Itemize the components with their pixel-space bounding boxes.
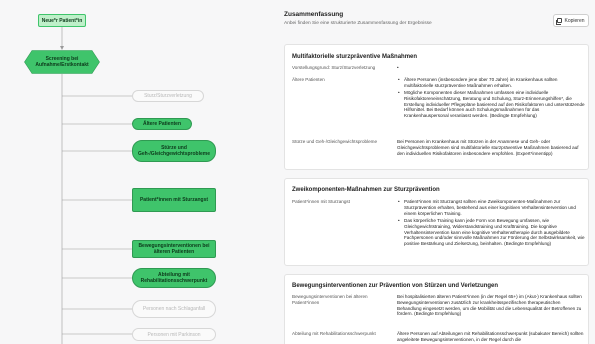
- copy-button[interactable]: Kopieren: [553, 14, 589, 27]
- node-sturzangst-label: Patient*innen mit Sturzangst: [139, 197, 209, 203]
- row-label-sturzangst: Patient*innen mit Sturzangst: [292, 199, 350, 204]
- bullet-aeltere-1: Ältere Personen (insbesondere jene über …: [397, 77, 585, 89]
- node-abteilung[interactable]: Abteilung mit Rehabilitationsschwerpunkt: [132, 268, 216, 288]
- row-value-abteilung: Ältere Personen auf Abteilungen mit Reha…: [397, 331, 584, 342]
- node-abteilung-label: Abteilung mit Rehabilitationsschwerpunkt: [140, 272, 208, 284]
- screening-node[interactable]: Screening bei Aufnahme/Erstkontakt: [24, 50, 100, 74]
- card-zweikomponenten-title: Zweikomponenten-Maßnahmen zur Sturzpräve…: [292, 187, 440, 193]
- bullet-sturzangst-2: Das körperliche Training kann jede Form …: [397, 218, 585, 247]
- node-parkinson-label: Personen mit Parkinson: [147, 331, 201, 338]
- summary-panel: Zusammenfassung Anbei finden Sie eine st…: [280, 0, 595, 344]
- copy-icon: [556, 17, 563, 25]
- summary-header: Zusammenfassung Anbei finden Sie eine st…: [280, 0, 595, 40]
- row-label-bewegung: Bewegungsinterventionen bei älteren Pati…: [292, 294, 368, 305]
- screening-node-label: Screening bei Aufnahme/Erstkontakt: [35, 56, 89, 68]
- row-label-abteilung: Abteilung mit Rehabilitationsschwerpunkt: [292, 331, 376, 336]
- node-sturzangst[interactable]: Patient*innen mit Sturzangst: [132, 188, 216, 212]
- card-multifaktorielle: Multifaktorielle sturzpräventive Maßnahm…: [284, 44, 589, 170]
- node-bewegung[interactable]: Bewegungsinterventionen bei älteren Pati…: [132, 240, 216, 258]
- row-value-grund: •: [397, 65, 399, 70]
- node-stuerze-gang[interactable]: Stürze und Geh-/Gleichgewichtsprobleme: [132, 140, 216, 162]
- bullet-sturzangst-1: Patient*innen mit Sturzangst sollten ein…: [397, 199, 585, 216]
- flowchart-panel: Neue*r Patient*in Screening bei Aufnahme…: [0, 0, 250, 344]
- node-parkinson[interactable]: Personen mit Parkinson: [132, 328, 216, 341]
- node-sturz[interactable]: Sturz/Sturzverletzung: [132, 90, 204, 102]
- start-node-label: Neue*r Patient*in: [41, 17, 83, 24]
- card-multifaktorielle-title: Multifaktorielle sturzpräventive Maßnahm…: [292, 54, 418, 60]
- card-bewegung: Bewegungsinterventionen zur Prävention v…: [284, 274, 589, 344]
- copy-button-label: Kopieren: [564, 17, 585, 24]
- row-value-stuerze: Bei Personen im Krankenhaus mit Stürzen …: [397, 139, 579, 156]
- start-node-new-patient[interactable]: Neue*r Patient*in: [38, 14, 86, 27]
- node-schlaganfall-label: Personen nach Schlaganfall: [142, 306, 206, 312]
- summary-subtitle: Anbei finden Sie eine strukturierte Zusa…: [284, 21, 432, 26]
- node-sturz-label: Sturz/Sturzverletzung: [144, 93, 192, 99]
- node-aeltere-patienten[interactable]: Ältere Patienten: [132, 118, 192, 130]
- row-value-bewegung: Bei hospitalisierten älteren Patient*inn…: [397, 294, 582, 317]
- row-label-stuerze: Stürze und Geh-/Gleichgewichtsprobleme: [292, 139, 378, 144]
- node-stuerze-gang-label: Stürze und Geh-/Gleichgewichtsprobleme: [138, 145, 210, 157]
- node-aeltere-label: Ältere Patienten: [142, 121, 182, 127]
- node-bewegung-label: Bewegungsinterventionen bei älteren Pati…: [138, 243, 210, 255]
- summary-title: Zusammenfassung: [284, 11, 344, 18]
- row-label-aeltere: Ältere Patienten: [292, 77, 325, 82]
- node-schlaganfall[interactable]: Personen nach Schlaganfall: [132, 300, 216, 318]
- card-bewegung-title: Bewegungsinterventionen zur Prävention v…: [292, 283, 499, 289]
- row-label-grund: Vorstellungsgrund: Sturz/Sturzverletzung: [292, 65, 376, 70]
- card-zweikomponenten: Zweikomponenten-Maßnahmen zur Sturzpräve…: [284, 178, 589, 266]
- bullet-aeltere-2: Mögliche Komponenten dieser Maßnahmen um…: [397, 90, 585, 119]
